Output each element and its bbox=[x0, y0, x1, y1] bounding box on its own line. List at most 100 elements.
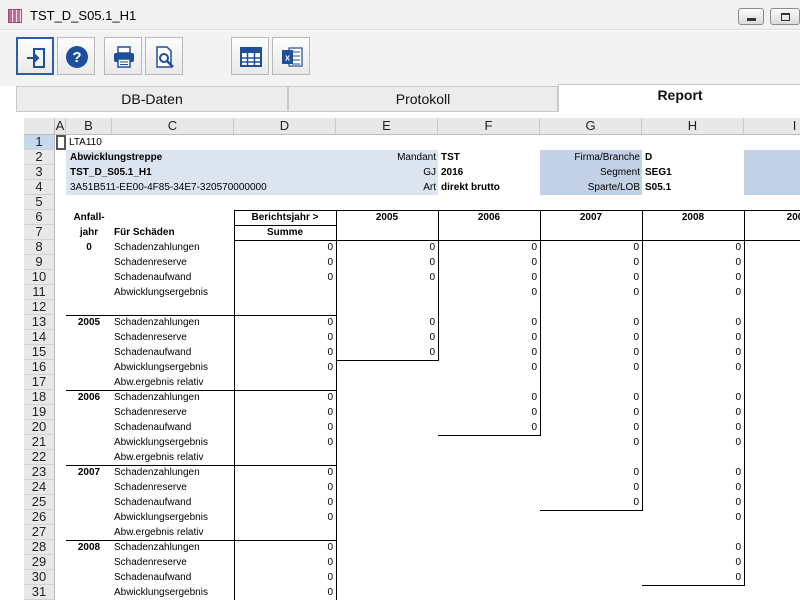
row-header-10[interactable]: 10 bbox=[24, 270, 55, 285]
column-header-e[interactable]: E bbox=[336, 118, 438, 135]
summe-value: 0 bbox=[327, 587, 333, 598]
summe-value: 0 bbox=[327, 422, 333, 433]
dev-value-2006: 0 bbox=[531, 332, 537, 343]
column-header-d[interactable]: D bbox=[234, 118, 336, 135]
year-header-2006: 2006 bbox=[477, 212, 501, 223]
column-header-b[interactable]: B bbox=[66, 118, 112, 135]
row-header-26[interactable]: 26 bbox=[24, 510, 55, 525]
row-header-9[interactable]: 9 bbox=[24, 255, 55, 270]
row-header-4[interactable]: 4 bbox=[24, 180, 55, 195]
row-header-19[interactable]: 19 bbox=[24, 405, 55, 420]
year-header-2007: 2007 bbox=[579, 212, 603, 223]
row-header-28[interactable]: 28 bbox=[24, 540, 55, 555]
dev-value-2005 bbox=[336, 405, 435, 420]
dev-value-2005 bbox=[336, 435, 435, 450]
summe-value: 0 bbox=[327, 407, 333, 418]
dev-value-2006 bbox=[438, 510, 537, 525]
dev-value-2005 bbox=[336, 360, 435, 375]
excel-export-button[interactable]: x bbox=[272, 37, 310, 75]
dev-value-2008: 0 bbox=[735, 332, 741, 343]
header-band bbox=[744, 150, 800, 195]
summe-right-rule bbox=[336, 240, 337, 600]
row-header-31[interactable]: 31 bbox=[24, 585, 55, 600]
row-header-17[interactable]: 17 bbox=[24, 375, 55, 390]
dev-value-2007 bbox=[540, 375, 639, 390]
row-header-6[interactable]: 6 bbox=[24, 210, 55, 225]
line-label: Schadenreserve bbox=[114, 407, 187, 418]
dev-value-2005 bbox=[336, 555, 435, 570]
dev-value-2007: 0 bbox=[633, 242, 639, 253]
summe-divider-line bbox=[234, 225, 336, 226]
row-header-21[interactable]: 21 bbox=[24, 435, 55, 450]
column-header-g[interactable]: G bbox=[540, 118, 642, 135]
row-header-13[interactable]: 13 bbox=[24, 315, 55, 330]
row-header-30[interactable]: 30 bbox=[24, 570, 55, 585]
year-column-divider bbox=[438, 210, 439, 240]
summe-value: 0 bbox=[327, 497, 333, 508]
dev-value-2008: 0 bbox=[735, 437, 741, 448]
line-label: Abw.ergebnis relativ bbox=[114, 377, 204, 388]
row-header-16[interactable]: 16 bbox=[24, 360, 55, 375]
row-header-8[interactable]: 8 bbox=[24, 240, 55, 255]
dev-value-2006: 0 bbox=[531, 317, 537, 328]
dev-value-2007: 0 bbox=[633, 317, 639, 328]
column-header-f[interactable]: F bbox=[438, 118, 540, 135]
row-header-25[interactable]: 25 bbox=[24, 495, 55, 510]
help-icon: ? bbox=[66, 46, 88, 68]
dev-value-2005 bbox=[336, 465, 435, 480]
row-header-15[interactable]: 15 bbox=[24, 345, 55, 360]
row-header-20[interactable]: 20 bbox=[24, 420, 55, 435]
dev-value-2008: 0 bbox=[735, 512, 741, 523]
dev-value-2007 bbox=[540, 450, 639, 465]
column-header-c[interactable]: C bbox=[112, 118, 234, 135]
row-header-14[interactable]: 14 bbox=[24, 330, 55, 345]
column-header-a[interactable]: A bbox=[55, 118, 66, 135]
cell-a1-selected[interactable] bbox=[56, 135, 66, 150]
minimize-button[interactable] bbox=[738, 8, 764, 25]
dev-value-2007: 0 bbox=[633, 482, 639, 493]
line-label: Schadenreserve bbox=[114, 257, 187, 268]
row-header-29[interactable]: 29 bbox=[24, 555, 55, 570]
dev-value-2008: 0 bbox=[735, 572, 741, 583]
accident-year-2005: 2005 bbox=[77, 317, 101, 328]
dev-value-2005 bbox=[336, 420, 435, 435]
accident-year-0: 0 bbox=[86, 242, 92, 253]
select-all-corner[interactable] bbox=[24, 118, 55, 135]
line-label: Schadenaufwand bbox=[114, 347, 192, 358]
dev-value-2006 bbox=[438, 540, 537, 555]
mandant-label: Mandant bbox=[397, 152, 436, 163]
row-header-1[interactable]: 1 bbox=[24, 135, 55, 150]
row-header-18[interactable]: 18 bbox=[24, 390, 55, 405]
row-header-5[interactable]: 5 bbox=[24, 195, 55, 210]
row-header-22[interactable]: 22 bbox=[24, 450, 55, 465]
exit-button[interactable] bbox=[16, 37, 54, 75]
report-spreadsheet[interactable]: A B C D E F G H I 1 2 3 4 5 6 7 8 9 10 11 12 13 14 15 16 17 18 19 20… bbox=[24, 118, 800, 600]
summe-value: 0 bbox=[327, 257, 333, 268]
row-header-11[interactable]: 11 bbox=[24, 285, 55, 300]
dev-value-2008: 0 bbox=[735, 557, 741, 568]
row-header-12[interactable]: 12 bbox=[24, 300, 55, 315]
row-header-7[interactable]: 7 bbox=[24, 225, 55, 240]
anfalljahr-header-line1: Anfall- bbox=[73, 212, 105, 223]
row-header-24[interactable]: 24 bbox=[24, 480, 55, 495]
anfalljahr-header-line2: jahr bbox=[79, 227, 99, 238]
help-button[interactable]: ? bbox=[57, 37, 95, 75]
table-button[interactable] bbox=[231, 37, 269, 75]
tab-protokoll[interactable]: Protokoll bbox=[288, 86, 558, 112]
tab-db-daten[interactable]: DB-Daten bbox=[16, 86, 288, 112]
row-header-3[interactable]: 3 bbox=[24, 165, 55, 180]
row-header-27[interactable]: 27 bbox=[24, 525, 55, 540]
dev-value-2007 bbox=[540, 585, 639, 600]
dev-value-2007: 0 bbox=[633, 332, 639, 343]
stair-step bbox=[540, 510, 642, 511]
row-header-23[interactable]: 23 bbox=[24, 465, 55, 480]
tab-report[interactable]: Report bbox=[558, 84, 800, 112]
accident-year-2008: 2008 bbox=[77, 542, 101, 553]
print-button[interactable] bbox=[104, 37, 142, 75]
maximize-button[interactable] bbox=[770, 8, 800, 25]
print-preview-button[interactable] bbox=[145, 37, 183, 75]
dev-value-2008 bbox=[642, 450, 741, 465]
column-header-i[interactable]: I bbox=[744, 118, 800, 135]
column-header-h[interactable]: H bbox=[642, 118, 744, 135]
row-header-2[interactable]: 2 bbox=[24, 150, 55, 165]
